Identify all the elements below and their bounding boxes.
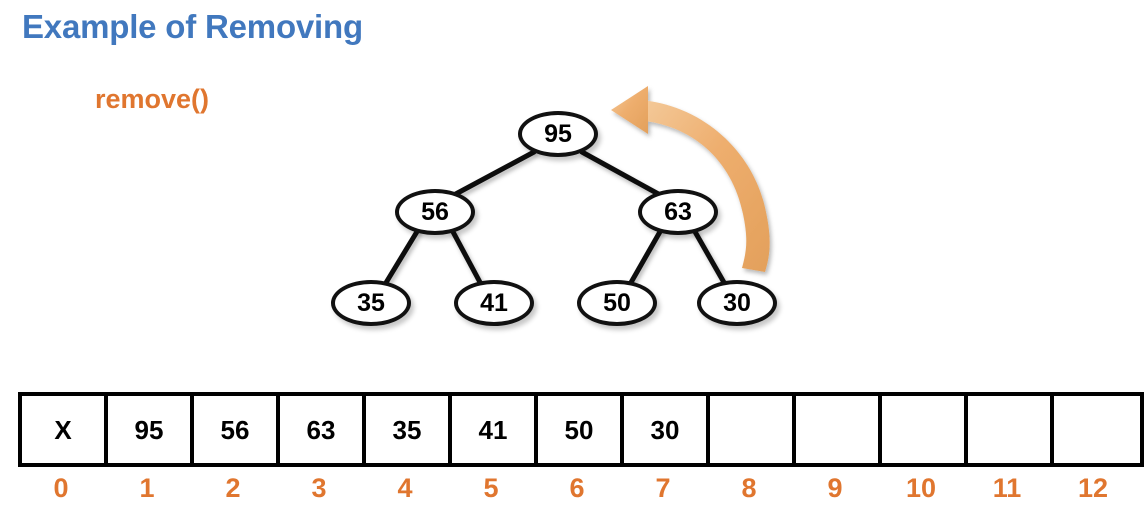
array-cell[interactable] (882, 396, 968, 463)
tree-edge-63-50 (626, 227, 664, 289)
tree-node-41[interactable]: 41 (454, 280, 534, 326)
tree-edges-and-arrow (381, 86, 770, 289)
page-title: Example of Removing (22, 8, 363, 45)
array-index-label: 3 (311, 473, 327, 503)
array-cell-value: 95 (134, 414, 164, 445)
array-index-label: 0 (53, 473, 69, 503)
tree-node-value: 56 (421, 197, 449, 226)
array-cell[interactable] (1054, 396, 1140, 463)
tree-edge-56-35 (381, 227, 421, 289)
array-cell[interactable]: 41 (452, 396, 538, 463)
array-index-label: 10 (905, 473, 937, 503)
tree-node-value: 41 (480, 288, 508, 317)
array-index-label: 8 (741, 473, 757, 503)
array-cell[interactable]: 95 (108, 396, 194, 463)
tree-edge-56-41 (449, 227, 485, 289)
array-index-label: 4 (397, 473, 413, 503)
array-index-label: 7 (655, 473, 671, 503)
array-cell-value: 56 (220, 414, 250, 445)
array-index-label: 5 (483, 473, 499, 503)
heap-array-table: X 95 56 63 35 41 50 30 (18, 392, 1144, 467)
array-cell[interactable]: 50 (538, 396, 624, 463)
tree-node-63[interactable]: 63 (638, 189, 718, 235)
array-index-label: 11 (992, 473, 1022, 503)
array-index-label: 2 (225, 473, 241, 503)
array-cell[interactable] (968, 396, 1054, 463)
array-index-label: 6 (569, 473, 585, 503)
tree-edge-group (381, 149, 729, 289)
tree-node-value: 50 (603, 288, 631, 317)
tree-node-30[interactable]: 30 (697, 280, 777, 326)
array-cell-value: 41 (478, 414, 508, 445)
tree-node-95[interactable]: 95 (518, 111, 598, 157)
tree-edge-95-56 (449, 149, 537, 199)
tree-edge-63-30 (691, 227, 729, 289)
tree-node-value: 95 (544, 119, 572, 148)
tree-node-50[interactable]: 50 (577, 280, 657, 326)
array-cell[interactable] (796, 396, 882, 463)
array-cell-value: 35 (392, 414, 422, 445)
move-last-to-root-arrow (611, 86, 770, 272)
array-index-label: 12 (1077, 473, 1109, 503)
array-cell-value: X (54, 414, 72, 445)
tree-diagram: 95 56 63 35 41 50 30 (0, 0, 1148, 380)
array-cell-value: 50 (564, 414, 594, 445)
array-cell-value: 30 (650, 414, 680, 445)
tree-node-value: 63 (664, 197, 692, 226)
tree-node-value: 35 (357, 288, 385, 317)
array-cell-value: 63 (306, 414, 336, 445)
array-index-label: 1 (139, 473, 155, 503)
array-cell[interactable]: 30 (624, 396, 710, 463)
slide-canvas: Example of Removing remove() 95 56 63 35… (0, 0, 1148, 524)
array-index-label: 9 (827, 473, 843, 503)
tree-node-56[interactable]: 56 (395, 189, 475, 235)
array-index-row: 0 1 2 3 4 5 6 7 8 9 10 11 12 (18, 475, 1136, 502)
tree-edge-95-63 (579, 149, 665, 199)
array-cell[interactable]: 63 (280, 396, 366, 463)
operation-label: remove() (95, 84, 210, 114)
array-cell[interactable]: 35 (366, 396, 452, 463)
array-cell[interactable] (710, 396, 796, 463)
tree-node-35[interactable]: 35 (331, 280, 411, 326)
array-cell[interactable]: 56 (194, 396, 280, 463)
tree-node-value: 30 (723, 288, 751, 317)
array-cell[interactable]: X (22, 396, 108, 463)
